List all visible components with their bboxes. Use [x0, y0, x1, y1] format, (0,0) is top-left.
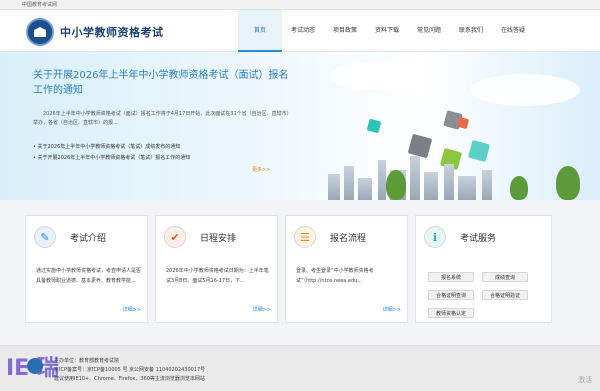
nav-downloads[interactable]: 资料下载 — [366, 10, 408, 52]
card-text: 登录、考生登录“中小学教师资格考试”（http://ntce.neea.edu.… — [296, 268, 374, 284]
city-skyline — [288, 152, 600, 200]
card-title: 考试介绍 — [70, 234, 107, 244]
card-more-link[interactable]: 详细>> — [123, 306, 141, 313]
cloud-decoration — [330, 62, 420, 90]
card-title: 考试服务 — [460, 234, 497, 244]
banner-summary: 2026年上半年中小学教师资格考试（面试）报名工作将于4月17日开始，此次面试在… — [33, 111, 292, 126]
site-title[interactable]: 中小学教师资格考试 — [60, 24, 164, 40]
service-button-registration-system[interactable]: 报名系统 — [428, 272, 474, 282]
footer-browser-note: 建议使用IE10+、Chrome、Firefox、360等主流浏览器浏览本网站 — [54, 376, 205, 382]
header: 中小学教师资格考试 首页 考试动态 项目政策 资料下载 常见问题 联系我们 在线… — [0, 10, 600, 52]
book-icon: ✎ — [34, 226, 56, 248]
footer: IE 瑞 主办单位：教育部教育考试院 京ICP备案号：京ICP备10005 号 … — [0, 345, 600, 391]
site-name[interactable]: 中国教育考试网 — [22, 1, 57, 9]
nav-exam-news[interactable]: 考试动态 — [282, 10, 324, 52]
card-schedule[interactable]: ✔ 日程安排 2026年中小学教师资格考试日期为：上半年笔试3月8日，面试5月1… — [155, 215, 278, 323]
service-cards: ✎ 考试介绍 通过实施中小学教师资格考试，考查申请人是否具备教师职业道德、基本素… — [25, 215, 575, 323]
nav-home[interactable]: 首页 — [238, 10, 282, 52]
card-more-link[interactable]: 详细>> — [253, 306, 271, 313]
nav-online-qa[interactable]: 在线答疑 — [492, 10, 534, 52]
card-registration[interactable]: ☰ 报名流程 登录、考生登录“中小学教师资格考试”（http://ntce.ne… — [285, 215, 408, 323]
footer-icp: 京ICP备案号：京ICP备10005 号 京公网安备 1104020243001… — [54, 367, 206, 373]
card-title: 日程安排 — [200, 234, 237, 244]
nav-policy[interactable]: 项目政策 — [324, 10, 366, 52]
banner-links: 关于2026年上半年中小学教师资格考试（笔试）成绩发布的通知 关于开展2026年… — [33, 142, 191, 164]
banner-link[interactable]: 关于开展2026年上半年中小学教师资格考试（笔试）报名工作的通知 — [33, 153, 191, 164]
service-button-certificate-query[interactable]: 合格证明查询 — [428, 290, 474, 300]
service-button-certificate-verify[interactable]: 合格证明验证 — [482, 290, 528, 300]
logo-icon[interactable] — [26, 18, 54, 46]
news-banner: 关于开展2026年上半年中小学教师资格考试（面试）报名工作的通知 2026年上半… — [0, 52, 600, 200]
emblem-icon — [27, 358, 43, 374]
document-icon: ☰ — [294, 226, 316, 248]
main-nav: 首页 考试动态 项目政策 资料下载 常见问题 联系我们 在线答疑 — [238, 10, 534, 52]
nav-faq[interactable]: 常见问题 — [408, 10, 450, 52]
cloud-decoration — [470, 74, 580, 106]
service-button-teacher-certification[interactable]: 教师资格认定 — [428, 308, 474, 318]
card-text: 2026年中小学教师资格考试日期为：上半年笔试3月8日，面试5月16-17日，下… — [166, 268, 269, 284]
cube-decoration — [366, 118, 382, 134]
cube-decoration — [456, 116, 470, 130]
nav-contact[interactable]: 联系我们 — [450, 10, 492, 52]
service-button-score-query[interactable]: 成绩查询 — [482, 272, 528, 282]
card-exam-intro[interactable]: ✎ 考试介绍 通过实施中小学教师资格考试，考查申请人是否具备教师职业道德、基本素… — [25, 215, 148, 323]
card-more-link[interactable]: 详细>> — [383, 306, 401, 313]
banner-link[interactable]: 关于2026年上半年中小学教师资格考试（笔试）成绩发布的通知 — [33, 142, 190, 153]
top-bar: 中国教育考试网 — [0, 0, 600, 10]
banner-more-link[interactable]: 更多>> — [252, 166, 270, 173]
card-title: 报名流程 — [330, 234, 367, 244]
activate-watermark: 激活 — [578, 376, 592, 384]
card-text: 通过实施中小学教师资格考试，考查申请人是否具备教师职业道德、基本素养、教育教学能… — [36, 268, 142, 284]
card-exam-services: ℹ 考试服务 报名系统 成绩查询 合格证明查询 合格证明验证 教师资格认定 — [415, 215, 552, 323]
footer-organizer: 主办单位：教育部教育考试院 — [54, 358, 120, 364]
banner-headline[interactable]: 关于开展2026年上半年中小学教师资格考试（面试）报名工作的通知 — [33, 68, 293, 98]
checkmark-icon: ✔ — [164, 226, 186, 248]
info-icon: ℹ — [424, 226, 446, 248]
